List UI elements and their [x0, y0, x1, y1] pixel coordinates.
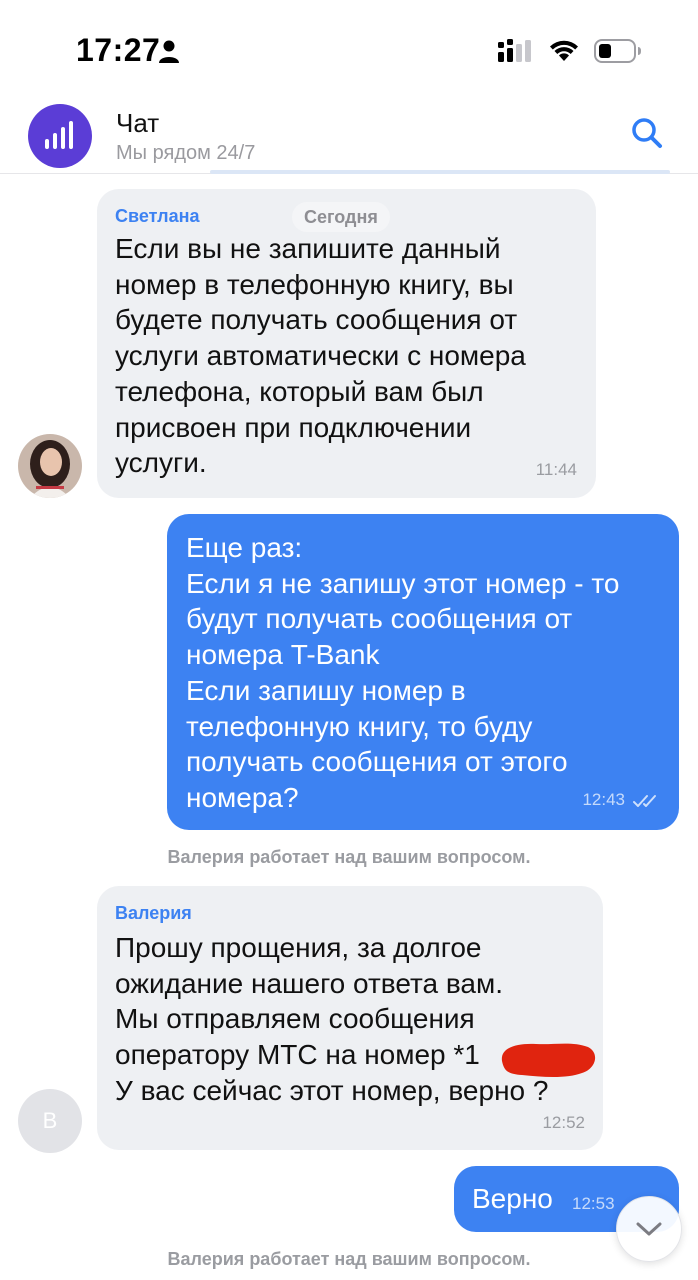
message-line: Если запишу номер в: [186, 674, 466, 706]
message-line: Если я не запишу этот номер - то: [186, 567, 620, 599]
redaction-scribble: [501, 1043, 596, 1077]
message-line: Еще раз:: [186, 532, 303, 563]
message-bubble-incoming[interactable]: Валерия Прошу прощения, за долгое ожидан…: [97, 886, 603, 1150]
message-line: У вас сейчас этот номер, верно ?: [115, 1074, 549, 1106]
avatar[interactable]: [18, 434, 82, 498]
agent-photo-icon: [18, 434, 82, 498]
message-line: ожидание нашего ответа вам.: [115, 967, 504, 999]
sender-name: Валерия: [115, 903, 192, 923]
avatar[interactable]: В: [18, 1089, 82, 1153]
message-line: получать сообщения от этого: [186, 746, 568, 778]
system-note: Валерия работает над вашим вопросом.: [167, 1249, 531, 1269]
status-indicators: [498, 38, 642, 64]
double-check-icon: [633, 795, 656, 807]
status-bar: 17:27: [0, 0, 698, 100]
message-line: будете получать сообщения от: [115, 304, 518, 336]
message-text: Прошу прощения, за долгое ожидание нашег…: [115, 930, 548, 1109]
chevron-down-icon: [636, 1222, 662, 1236]
message-time: 12:53: [572, 1194, 615, 1213]
message-bubble-outgoing[interactable]: Еще раз: Если я не запишу этот номер - т…: [167, 514, 679, 830]
message-text: Еще раз: Если я не запишу этот номер - т…: [186, 530, 619, 816]
chat-title: Чат: [116, 108, 160, 138]
message-line: телефонную книгу, то буду: [186, 710, 533, 742]
message-bubble-incoming[interactable]: Светлана Если вы не запишите данный номе…: [97, 189, 596, 498]
message-line: услуги автоматически с номера: [115, 340, 526, 372]
chat-subtitle: Мы рядом 24/7: [116, 142, 256, 164]
message-line: Прошу прощения, за долгое: [115, 932, 482, 963]
chat-header: Чат Мы рядом 24/7: [0, 100, 698, 174]
message-time: 12:52: [542, 1113, 585, 1132]
status-time: 17:27: [76, 32, 161, 68]
chat-screen: 17:27 Чат Мы рядом 24/7 Светлана Если вы…: [0, 0, 698, 1280]
message-text: Если вы не запишите данный номер в телеф…: [115, 231, 526, 481]
cellular-signal-icon: [498, 39, 531, 62]
message-line: Верно: [472, 1183, 553, 1214]
message-line: Если вы не запишите данный: [115, 233, 501, 264]
message-line: телефона, который вам был: [115, 375, 484, 407]
scroll-hint: [210, 170, 670, 174]
message-time: 12:43: [582, 790, 625, 809]
wifi-icon: [550, 40, 578, 61]
sender-name: Светлана: [115, 206, 200, 226]
message-text: Верно: [472, 1181, 553, 1217]
message-line: номера T-Bank: [186, 639, 380, 671]
message-line: номера?: [186, 781, 299, 813]
message-line: Мы отправляем сообщения: [115, 1003, 475, 1035]
signal-bars-icon: [45, 121, 73, 149]
date-separator: Сегодня: [292, 202, 390, 232]
message-line: присвоен при подключении: [115, 411, 472, 443]
message-line: оператору МТС на номер *1: [115, 1039, 480, 1071]
system-note: Валерия работает над вашим вопросом.: [167, 847, 531, 867]
operator-logo-avatar: [28, 104, 92, 168]
person-icon: [159, 40, 179, 63]
message-line: номер в телефонную книгу, вы: [115, 268, 514, 300]
message-line: услуги.: [115, 447, 207, 479]
battery-icon: [594, 39, 641, 63]
scroll-down-button[interactable]: [616, 1196, 682, 1262]
message-line: будут получать сообщения от: [186, 603, 573, 635]
search-icon[interactable]: [630, 116, 664, 150]
message-time: 11:44: [535, 460, 577, 479]
